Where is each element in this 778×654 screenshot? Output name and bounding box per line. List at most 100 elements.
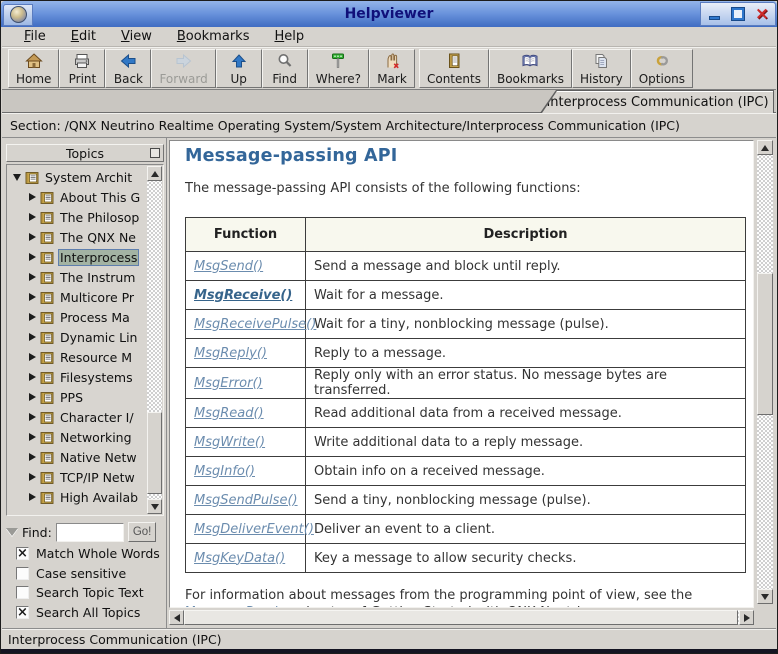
expand-arrow-icon[interactable]	[29, 393, 36, 401]
function-link[interactable]: MsgReceive()	[194, 288, 292, 303]
expand-arrow-icon[interactable]	[29, 433, 36, 441]
go-button[interactable]: Go!	[128, 522, 157, 542]
scroll-down-button[interactable]	[757, 589, 773, 604]
expand-arrow-icon[interactable]	[29, 293, 36, 301]
tree-item-label[interactable]: Dynamic Lin	[58, 329, 139, 346]
find-button[interactable]: Find	[262, 49, 308, 88]
function-link[interactable]: MsgError()	[194, 376, 263, 391]
message-passing-link[interactable]: Message Passing	[185, 605, 295, 608]
expand-arrow-icon[interactable]	[29, 333, 36, 341]
tree-item-label[interactable]: High Availab	[58, 489, 140, 506]
tree-item[interactable]: Dynamic Lin	[7, 327, 147, 347]
tree-item[interactable]: The QNX Ne	[7, 227, 147, 247]
tree-item[interactable]: System Archit	[7, 167, 147, 187]
tree-item[interactable]: Filesystems	[7, 367, 147, 387]
checkbox-checked[interactable]: ×	[16, 606, 29, 619]
tree-scrollbar[interactable]	[147, 166, 162, 514]
menu-bookmarks[interactable]: Bookmarks	[177, 29, 250, 44]
tree-item[interactable]: Networking	[7, 427, 147, 447]
tree-item[interactable]: PPS	[7, 387, 147, 407]
tree-item[interactable]: About This G	[7, 187, 147, 207]
home-button[interactable]: Home	[8, 49, 59, 88]
tree-item[interactable]: Interprocess	[7, 247, 147, 267]
tree-item-label[interactable]: The Instrum	[58, 269, 137, 286]
tree-item-label[interactable]: The Philosop	[58, 209, 141, 226]
tree-item-label[interactable]: Networking	[58, 429, 134, 446]
h-scrollbar-thumb[interactable]	[184, 610, 738, 625]
function-link[interactable]: MsgInfo()	[194, 464, 255, 479]
expand-arrow-icon[interactable]	[29, 233, 36, 241]
tree-item-label[interactable]: Filesystems	[58, 369, 135, 386]
back-button[interactable]: Back	[105, 49, 151, 88]
menu-view[interactable]: View	[121, 29, 152, 44]
tree-item[interactable]: Process Ma	[7, 307, 147, 327]
scroll-left-button[interactable]	[169, 610, 184, 625]
function-link[interactable]: MsgSendPulse()	[194, 493, 298, 508]
expand-arrow-icon[interactable]	[29, 493, 36, 501]
function-link[interactable]: MsgRead()	[194, 406, 264, 421]
tree-scroll-down-button[interactable]	[147, 499, 162, 514]
tree-item[interactable]: The Instrum	[7, 267, 147, 287]
expand-arrow-icon[interactable]	[29, 373, 36, 381]
tree-item-label[interactable]: PPS	[58, 389, 85, 406]
tree-item-label[interactable]: About This G	[58, 189, 142, 206]
tree-item[interactable]: Resource M	[7, 347, 147, 367]
tree-item-label-selected[interactable]: Interprocess	[58, 249, 139, 266]
tree-item[interactable]: High Availab	[7, 487, 147, 507]
tree-item[interactable]: Character I/	[7, 407, 147, 427]
function-link[interactable]: MsgReceivePulse()	[194, 317, 316, 332]
menu-file[interactable]: File	[24, 29, 46, 44]
expand-arrow-icon[interactable]	[29, 253, 36, 261]
tree-item-label[interactable]: The QNX Ne	[58, 229, 138, 246]
content-vertical-scrollbar[interactable]	[757, 140, 773, 604]
tree-item[interactable]: Native Netw	[7, 447, 147, 467]
tree-item-label[interactable]: System Archit	[43, 169, 134, 186]
tree-item-label[interactable]: Process Ma	[58, 309, 132, 326]
v-scrollbar-thumb[interactable]	[757, 273, 773, 415]
minimize-button[interactable]	[704, 5, 724, 23]
content-horizontal-scrollbar[interactable]	[169, 610, 754, 625]
history-button[interactable]: History	[572, 49, 631, 88]
tree-item[interactable]: TCP/IP Netw	[7, 467, 147, 487]
scroll-up-button[interactable]	[757, 140, 773, 155]
title-bar[interactable]: Helpviewer ×	[1, 1, 777, 27]
expand-arrow-icon[interactable]	[29, 273, 36, 281]
function-link[interactable]: MsgKeyData()	[194, 551, 285, 566]
find-collapse-toggle[interactable]	[6, 528, 18, 536]
tree-item-label[interactable]: Multicore Pr	[58, 289, 136, 306]
checkbox-checked[interactable]: ×	[16, 547, 29, 560]
expand-arrow-icon[interactable]	[29, 313, 36, 321]
where-button[interactable]: Where?	[308, 49, 369, 88]
checkbox-unchecked[interactable]	[16, 567, 29, 580]
tree-item[interactable]: Multicore Pr	[7, 287, 147, 307]
tree-item-label[interactable]: Character I/	[58, 409, 136, 426]
up-button[interactable]: Up	[216, 49, 262, 88]
tree-item-label[interactable]: Native Netw	[58, 449, 139, 466]
menu-help[interactable]: Help	[274, 29, 304, 44]
mark-button[interactable]: Mark	[369, 49, 415, 88]
tab-ipc[interactable]: Interprocess Communication (IPC)	[540, 90, 774, 113]
function-link[interactable]: MsgDeliverEvent()	[194, 522, 314, 537]
expand-arrow-icon[interactable]	[29, 473, 36, 481]
tree-item[interactable]: The Philosop	[7, 207, 147, 227]
expand-arrow-icon[interactable]	[29, 413, 36, 421]
checkbox-unchecked[interactable]	[16, 586, 29, 599]
contents-button[interactable]: Contents	[419, 49, 489, 88]
expand-arrow-icon[interactable]	[29, 453, 36, 461]
collapse-arrow-icon[interactable]	[13, 174, 21, 181]
find-input[interactable]	[56, 523, 124, 542]
expand-arrow-icon[interactable]	[29, 193, 36, 201]
expand-arrow-icon[interactable]	[29, 213, 36, 221]
close-button[interactable]: ×	[752, 5, 772, 23]
bookmarks-button[interactable]: Bookmarks	[489, 49, 572, 88]
function-link[interactable]: MsgSend()	[194, 259, 263, 274]
maximize-button[interactable]	[728, 5, 748, 23]
panel-collapse-button[interactable]	[150, 148, 160, 158]
function-link[interactable]: MsgWrite()	[194, 435, 265, 450]
tree-item-label[interactable]: TCP/IP Netw	[58, 469, 137, 486]
expand-arrow-icon[interactable]	[29, 353, 36, 361]
menu-edit[interactable]: Edit	[71, 29, 96, 44]
tree-scroll-up-button[interactable]	[147, 166, 162, 181]
tree-scrollbar-thumb[interactable]	[147, 412, 162, 494]
options-button[interactable]: Options	[631, 49, 693, 88]
